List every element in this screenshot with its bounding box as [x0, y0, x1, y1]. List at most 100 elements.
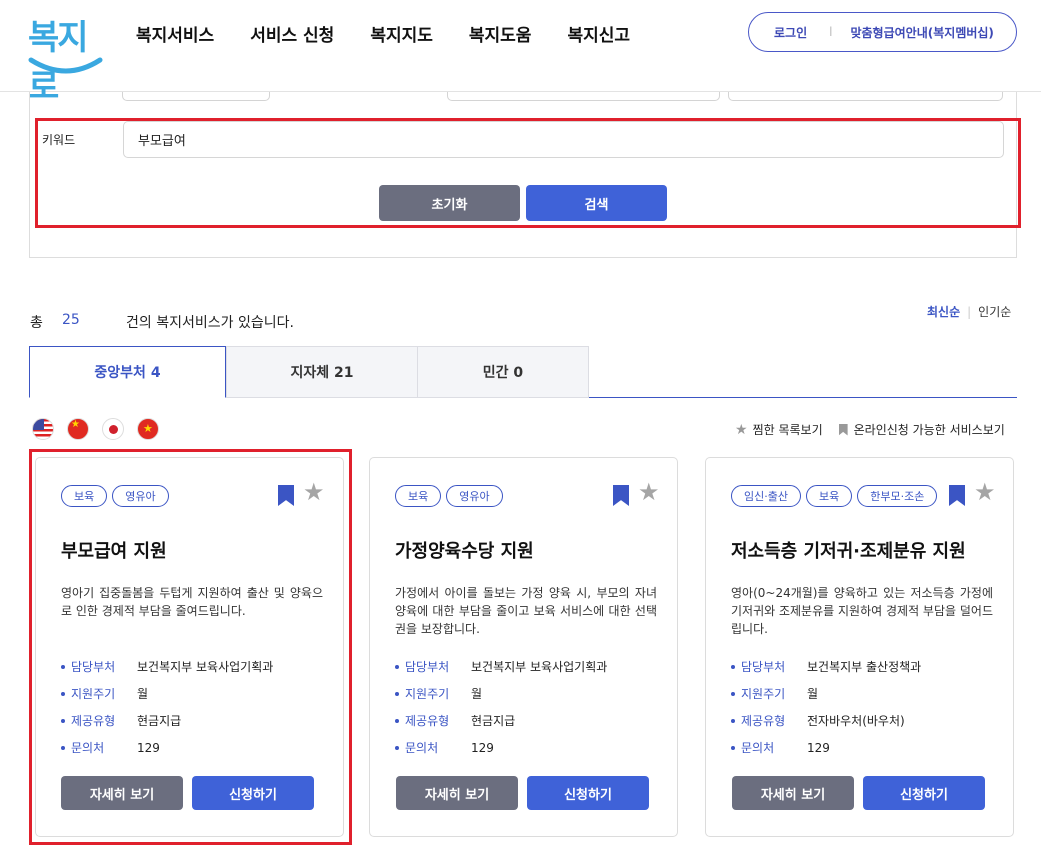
service-card: 보육 영유아 ★ 가정양육수당 지원 가정에서 아이를 돌보는 가정 양육 시,… — [369, 457, 678, 837]
favorites-view-option[interactable]: ★ 찜한 목록보기 — [735, 421, 823, 438]
tag[interactable]: 영유아 — [112, 485, 169, 507]
info-key: 문의처 — [71, 741, 105, 755]
keyword-input[interactable]: 부모급여 — [123, 121, 1004, 158]
apply-button[interactable]: 신청하기 — [192, 776, 314, 810]
view-options: ★ 찜한 목록보기 온라인신청 가능한 서비스보기 — [735, 421, 1005, 438]
login-separator: l — [829, 25, 833, 39]
sort-popular[interactable]: 인기순 — [978, 303, 1011, 320]
search-button[interactable]: 검색 — [526, 185, 667, 221]
search-panel — [29, 92, 1017, 258]
tab-local[interactable]: 지자체 21 — [226, 346, 418, 398]
info-value: 129 — [807, 740, 830, 755]
detail-button[interactable]: 자세히 보기 — [396, 776, 518, 810]
bookmark-icon[interactable] — [278, 485, 294, 506]
filter-select-2[interactable] — [447, 92, 720, 101]
card-info: 담당부처 보건복지부 출산정책과 지원주기 월 제공유형 전자바우처(바우처) 문의처… — [731, 653, 1001, 761]
tag[interactable]: 보육 — [395, 485, 442, 507]
bokjiro-logo[interactable]: 복지로 — [28, 10, 103, 107]
bullet-icon — [61, 718, 65, 723]
bullet-icon — [731, 745, 735, 750]
star-icon[interactable]: ★ — [974, 480, 996, 504]
bookmark-icon — [838, 423, 848, 436]
login-link[interactable]: 로그인 — [774, 24, 807, 41]
filter-select-3[interactable] — [728, 92, 1003, 101]
category-tabs: 중앙부처 4 지자체 21 민간 0 — [29, 346, 1017, 398]
online-apply-view-option[interactable]: 온라인신청 가능한 서비스보기 — [823, 421, 1005, 438]
card-tags: 보육 영유아 — [395, 485, 503, 507]
info-key: 문의처 — [741, 741, 775, 755]
info-row-department: 담당부처 보건복지부 보육사업기획과 — [61, 653, 331, 680]
main-nav: 복지서비스 서비스 신청 복지지도 복지도움 복지신고 — [136, 21, 666, 46]
result-count: 총 25 건의 복지서비스가 있습니다. — [30, 312, 294, 332]
info-row-department: 담당부처 보건복지부 출산정책과 — [731, 653, 1001, 680]
tab-central[interactable]: 중앙부처 4 — [29, 346, 226, 398]
japan-flag-icon[interactable] — [102, 418, 124, 440]
bullet-icon — [395, 718, 399, 723]
info-key: 지원주기 — [405, 687, 450, 701]
bullet-icon — [395, 664, 399, 669]
info-value: 129 — [137, 740, 160, 755]
info-row-contact: 문의처 129 — [395, 734, 665, 761]
filter-select-1[interactable] — [122, 92, 270, 101]
bullet-icon — [731, 691, 735, 696]
total-count: 25 — [62, 312, 80, 328]
keyword-label: 키워드 — [42, 133, 76, 147]
card-description: 가정에서 아이를 돌보는 가정 양육 시, 부모의 자녀 양육에 대한 부담을 … — [395, 586, 657, 636]
info-row-contact: 문의처 129 — [61, 734, 331, 761]
reset-button[interactable]: 초기화 — [379, 185, 520, 221]
tag[interactable]: 영유아 — [446, 485, 503, 507]
bookmark-icon[interactable] — [949, 485, 965, 506]
detail-button[interactable]: 자세히 보기 — [732, 776, 854, 810]
star-icon: ★ — [735, 421, 748, 438]
bullet-icon — [395, 745, 399, 750]
info-value: 보건복지부 보육사업기획과 — [137, 660, 274, 674]
tag[interactable]: 한부모·조손 — [857, 485, 938, 507]
info-key: 담당부처 — [405, 660, 450, 674]
tag[interactable]: 보육 — [805, 485, 853, 507]
card-title[interactable]: 부모급여 지원 — [61, 537, 167, 563]
info-row-type: 제공유형 전자바우처(바우처) — [731, 707, 1001, 734]
info-key: 지원주기 — [71, 687, 116, 701]
service-card: 임신·출산 보육 한부모·조손 ★ 저소득층 기저귀·조제분유 지원 영아(0~… — [705, 457, 1014, 837]
nav-item-welfare-services[interactable]: 복지서비스 — [136, 21, 214, 46]
card-title[interactable]: 가정양육수당 지원 — [395, 537, 534, 563]
info-key: 제공유형 — [741, 714, 786, 728]
bullet-icon — [61, 664, 65, 669]
info-value: 월 — [807, 687, 819, 701]
star-icon[interactable]: ★ — [638, 480, 660, 504]
bullet-icon — [731, 664, 735, 669]
info-row-cycle: 지원주기 월 — [395, 680, 665, 707]
nav-item-welfare-report[interactable]: 복지신고 — [567, 21, 630, 46]
tag[interactable]: 임신·출산 — [731, 485, 801, 507]
tab-private[interactable]: 민간 0 — [417, 346, 589, 398]
info-key: 제공유형 — [405, 714, 450, 728]
info-key: 제공유형 — [71, 714, 116, 728]
nav-item-welfare-map[interactable]: 복지지도 — [370, 21, 433, 46]
info-row-type: 제공유형 현금지급 — [61, 707, 331, 734]
nav-item-welfare-help[interactable]: 복지도움 — [469, 21, 532, 46]
nav-item-service-apply[interactable]: 서비스 신청 — [250, 21, 334, 46]
info-value: 월 — [471, 687, 483, 701]
site-header: 복지로 복지서비스 서비스 신청 복지지도 복지도움 복지신고 로그인 l 맞춤… — [0, 0, 1041, 107]
online-label: 온라인신청 가능한 서비스보기 — [853, 423, 1005, 437]
custom-benefit-link[interactable]: 맞춤형급여안내(복지멤버십) — [850, 24, 993, 41]
china-flag-icon[interactable] — [67, 418, 89, 440]
card-title[interactable]: 저소득층 기저귀·조제분유 지원 — [731, 537, 966, 563]
card-description: 영아(0~24개월)를 양육하고 있는 저소득층 가정에 기저귀와 조제분유를 … — [731, 586, 993, 636]
tag[interactable]: 보육 — [61, 485, 108, 507]
apply-button[interactable]: 신청하기 — [527, 776, 649, 810]
favorites-label: 찜한 목록보기 — [752, 423, 823, 437]
bullet-icon — [61, 745, 65, 750]
info-value: 129 — [471, 740, 494, 755]
sort-latest[interactable]: 최신순 — [927, 303, 960, 320]
bookmark-icon[interactable] — [613, 485, 629, 506]
info-row-department: 담당부처 보건복지부 보육사업기획과 — [395, 653, 665, 680]
star-icon[interactable]: ★ — [303, 480, 325, 504]
detail-button[interactable]: 자세히 보기 — [61, 776, 183, 810]
info-value: 현금지급 — [471, 714, 516, 728]
sort-divider: | — [967, 304, 972, 319]
total-label: 총 — [30, 315, 43, 331]
vietnam-flag-icon[interactable] — [137, 418, 159, 440]
us-flag-icon[interactable] — [32, 418, 54, 440]
apply-button[interactable]: 신청하기 — [863, 776, 985, 810]
